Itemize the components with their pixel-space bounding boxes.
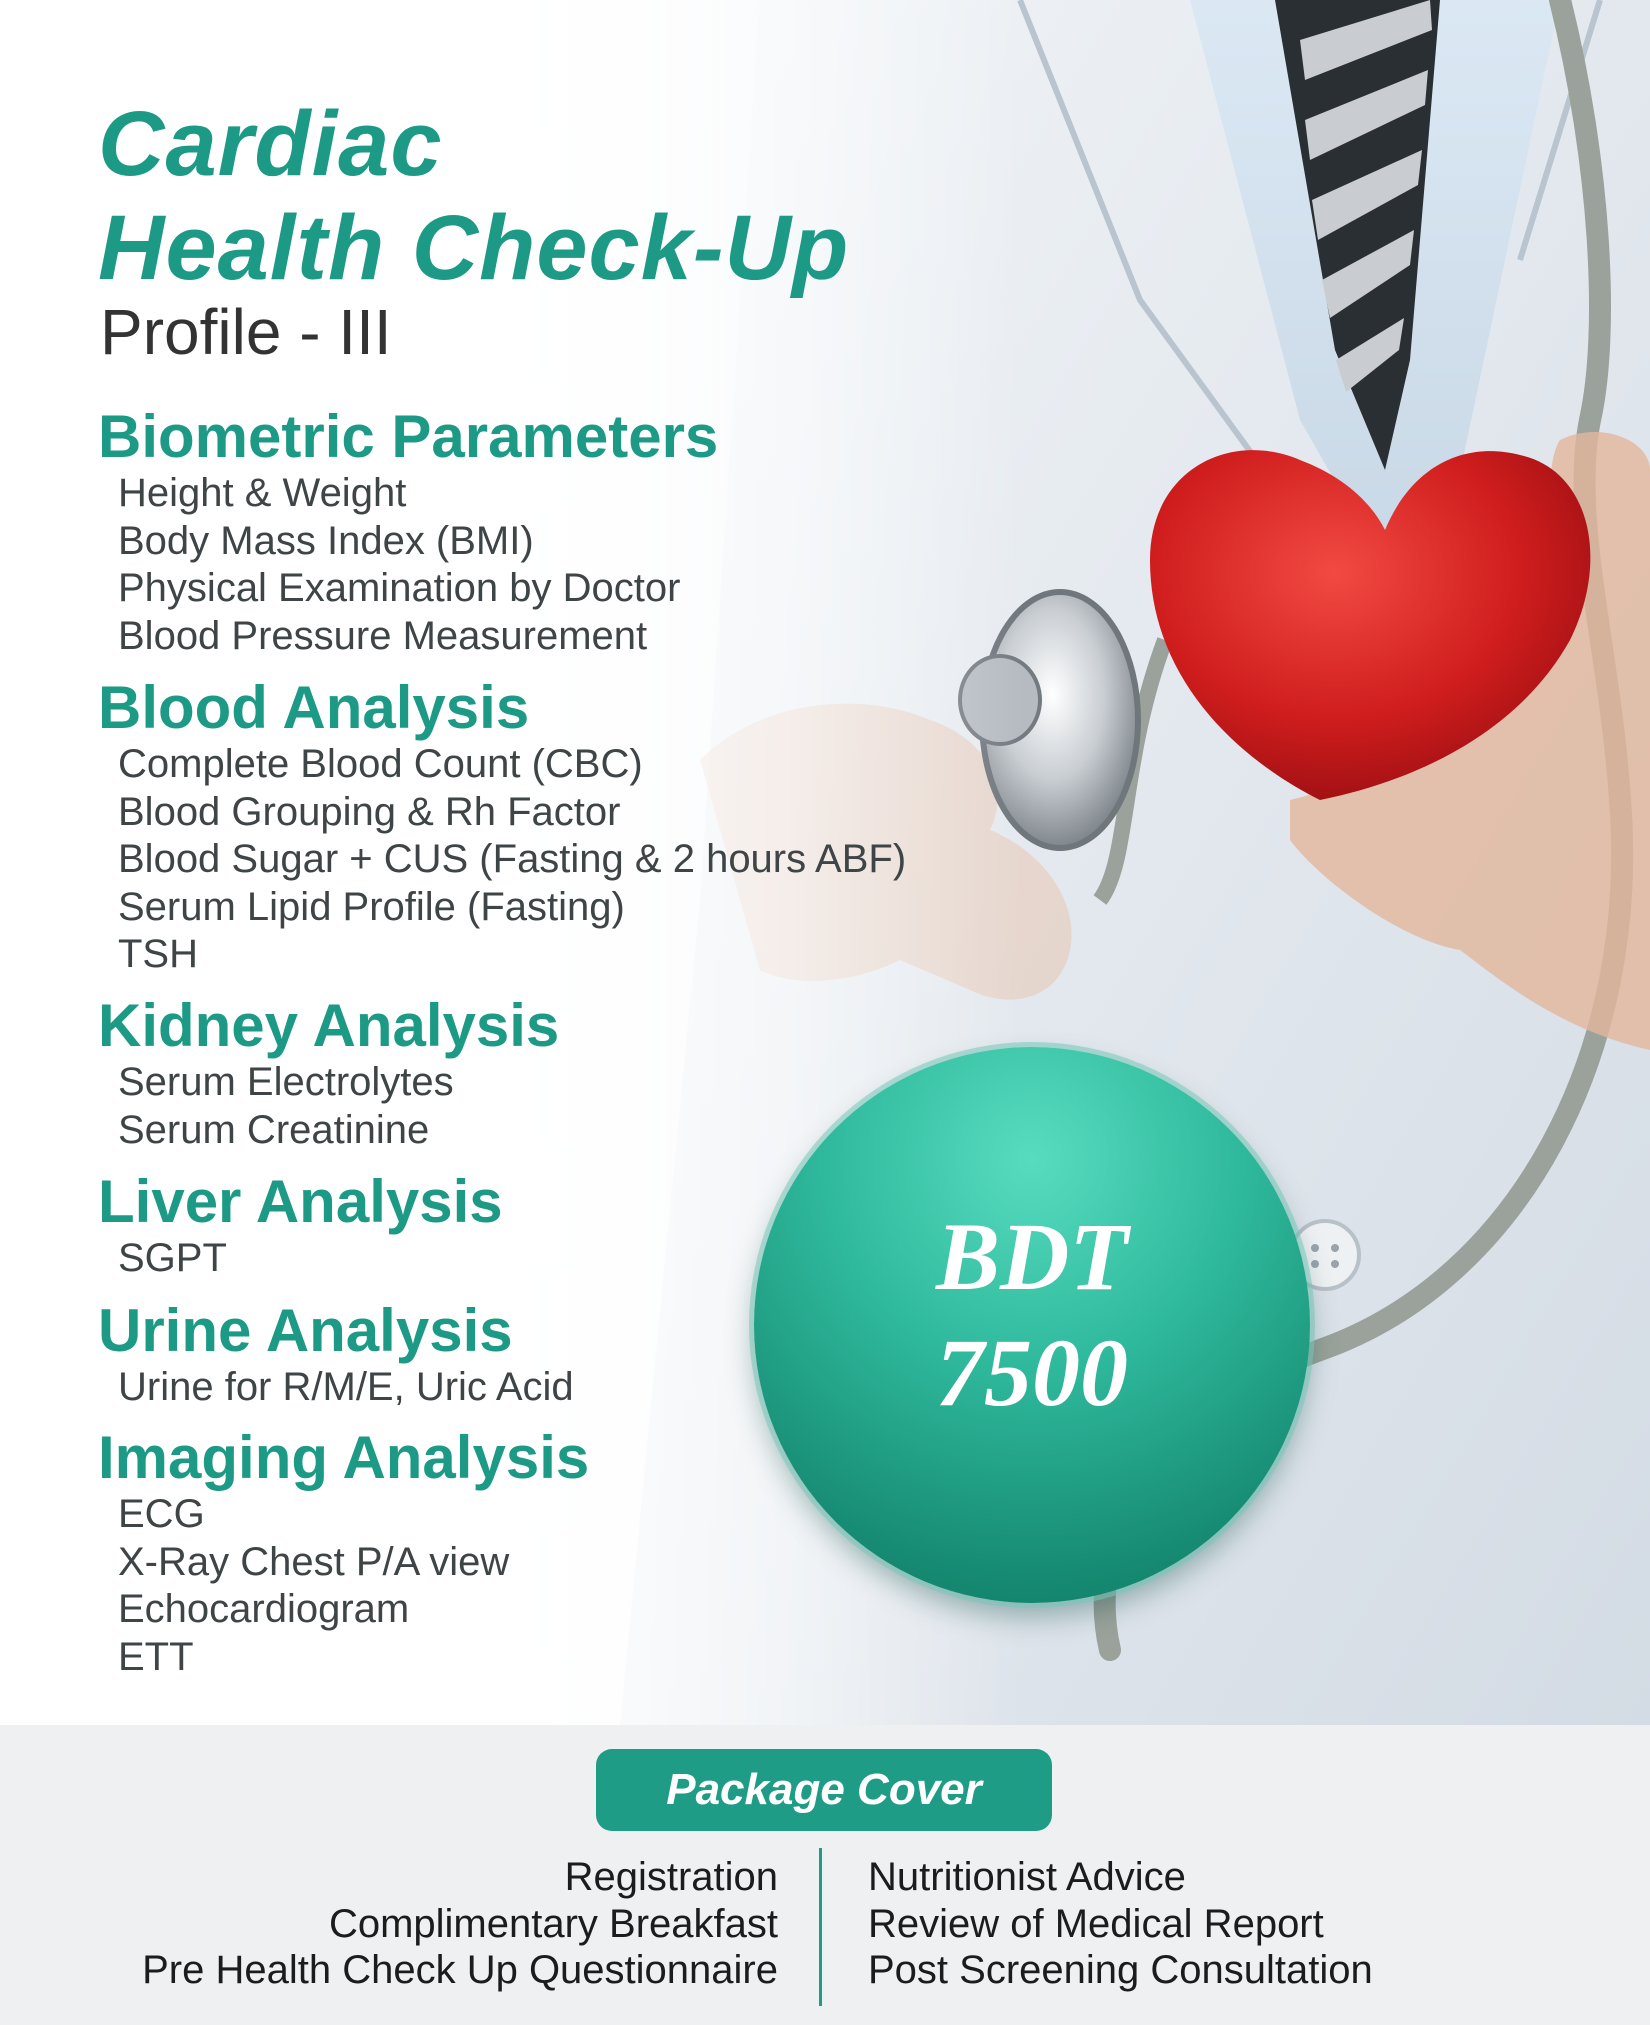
list-item: Review of Medical Report [868,1901,1324,1946]
price-badge: BDT 7500 [754,1047,1310,1603]
list-item: X-Ray Chest P/A view [118,1539,510,1584]
section-list: ECG X-Ray Chest P/A view Echocardiogram … [98,1491,589,1681]
list-item: Serum Creatinine [118,1107,430,1152]
page-title: Cardiac Health Check-Up [98,92,849,300]
list-item: Complimentary Breakfast [328,1901,778,1946]
title-line-2: Health Check-Up [98,197,850,299]
section-list: Serum Electrolytes Serum Creatinine [98,1059,559,1154]
list-item: Echocardiogram [118,1587,410,1631]
list-item: Blood Pressure Measurement [118,613,648,658]
list-item: Height & Weight [118,471,407,515]
list-item: ETT [118,1634,194,1679]
list-item: Nutritionist Advice [868,1855,1186,1899]
list-item: Registration [564,1855,778,1899]
section-kidney: Kidney Analysis Serum Electrolytes Serum… [98,993,559,1154]
section-biometric: Biometric Parameters Height & Weight Bod… [98,404,718,660]
section-heading: Blood Analysis [98,674,530,741]
section-blood: Blood Analysis Complete Blood Count (CBC… [98,675,906,979]
package-cover-right-list: Nutritionist Advice Review of Medical Re… [868,1854,1373,1994]
list-item: Physical Examination by Doctor [118,566,681,610]
section-liver: Liver Analysis SGPT [98,1169,503,1283]
section-list: Height & Weight Body Mass Index (BMI) Ph… [98,470,718,660]
section-list: Urine for R/M/E, Uric Acid [98,1364,574,1412]
list-item: Urine for R/M/E, Uric Acid [118,1365,574,1409]
list-item: TSH [118,932,198,976]
section-list: SGPT [98,1235,503,1283]
package-cover-label: Package Cover [596,1749,1052,1831]
list-item: Serum Lipid Profile (Fasting) [118,884,625,929]
list-item: Pre Health Check Up Questionnaire [142,1948,778,1992]
list-item: Body Mass Index (BMI) [118,518,534,563]
price-amount: 7500 [936,1319,1128,1426]
profile-subtitle: Profile - III [100,296,392,368]
section-urine: Urine Analysis Urine for R/M/E, Uric Aci… [98,1298,574,1412]
package-cover-divider [819,1848,822,2006]
package-cover-left-list: Registration Complimentary Breakfast Pre… [142,1854,778,1994]
section-list: Complete Blood Count (CBC) Blood Groupin… [98,741,906,979]
section-heading: Urine Analysis [98,1297,513,1364]
title-line-1: Cardiac [98,93,443,195]
list-item: Complete Blood Count (CBC) [118,742,643,786]
list-item: Serum Electrolytes [118,1060,454,1104]
list-item: ECG [118,1492,205,1536]
list-item: SGPT [118,1236,227,1280]
section-heading: Kidney Analysis [98,992,560,1059]
section-imaging: Imaging Analysis ECG X-Ray Chest P/A vie… [98,1425,589,1681]
section-heading: Liver Analysis [98,1168,503,1235]
list-item: Post Screening Consultation [868,1948,1373,1992]
section-heading: Biometric Parameters [98,403,719,470]
section-heading: Imaging Analysis [98,1424,590,1491]
list-item: Blood Sugar + CUS (Fasting & 2 hours ABF… [118,837,907,881]
list-item: Blood Grouping & Rh Factor [118,789,621,834]
price-currency: BDT [936,1203,1128,1310]
